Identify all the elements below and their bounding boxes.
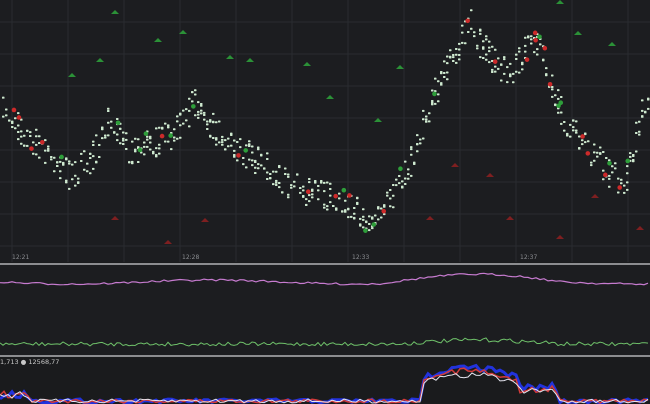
legend-readout: 1,713 ● 12568,77 [0,358,60,366]
volume-lines [0,363,649,404]
price-chart-canvas[interactable] [0,0,650,262]
time-label-4: 12:37 [520,254,538,261]
indicator-pane-2[interactable] [0,300,650,355]
time-label-3: 12:33 [352,254,370,261]
trading-chart-window: 12:21 12:28 12:33 12:37 1,713 ● 12568,77 [0,0,650,404]
volume-pane[interactable] [0,357,650,404]
indicator-1-line [0,272,649,286]
time-label-1: 12:21 [12,254,30,261]
indicator-pane-1[interactable] [0,265,650,300]
time-label-2: 12:28 [182,254,200,261]
price-chart-pane[interactable] [0,0,650,262]
indicator-2-line [0,337,649,347]
